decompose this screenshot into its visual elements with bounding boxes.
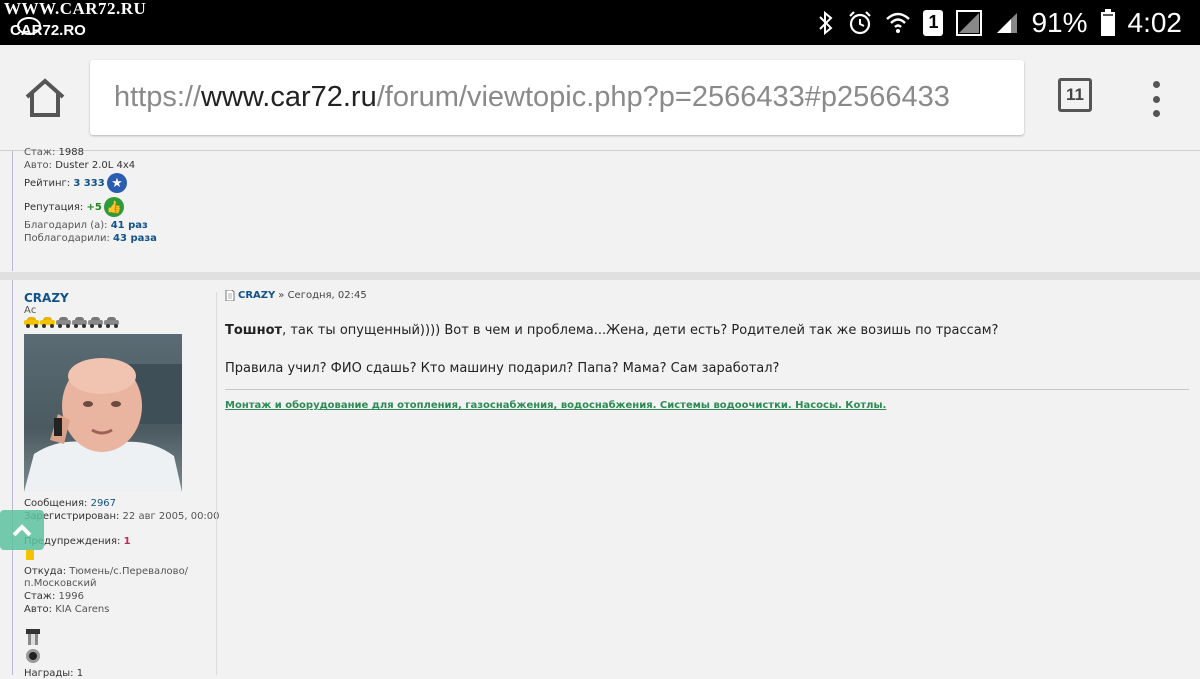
url-path: /forum/viewtopic.php?p=2566433#p2566433 xyxy=(376,81,950,113)
post-username[interactable]: CRAZY xyxy=(24,291,69,305)
battery-icon xyxy=(1100,8,1116,37)
auto: Авто: KIA Carens xyxy=(24,604,110,615)
prev-thanked: Благодарил (а): 41 раз xyxy=(24,220,148,231)
browser-toolbar: https://www.car72.ru/forum/viewtopic.php… xyxy=(0,45,1200,151)
watermark-line2: CAR72.RO xyxy=(10,22,86,39)
prev-reputation: Репутация: +5 xyxy=(24,202,102,213)
post-text-line1: Тошнот, так ты опущенный)))) Вот в чем и… xyxy=(225,323,999,338)
rank-car-icon xyxy=(56,317,71,328)
user-rank: Ас xyxy=(24,305,37,316)
thanked-link[interactable]: 41 раз xyxy=(111,220,148,231)
rank-car-icon xyxy=(104,317,119,328)
registered-date: Зарегистрирован: 22 авг 2005, 00:00 xyxy=(24,511,220,522)
status-bar: WWW.CAR72.RU CAR72.RO 1 91% 4:02 xyxy=(0,0,1200,45)
post-page-icon[interactable] xyxy=(225,290,235,301)
quoted-username: Тошнот xyxy=(225,323,283,338)
stazh: Стаж: 1996 xyxy=(24,591,84,602)
menu-dot-icon xyxy=(1152,95,1160,103)
post-date: » Сегодня, 02:45 xyxy=(278,290,367,301)
post-header: CRAZY » Сегодня, 02:45 xyxy=(225,290,1200,301)
menu-dot-icon xyxy=(1152,110,1160,117)
signature-ad-link[interactable]: Монтаж и оборудование для отопления, газ… xyxy=(225,400,886,411)
location: Откуда: Тюмень/с.Перевалово/ xyxy=(24,566,189,577)
forum-post: CRAZY Ас Сообщения: 2967 Зарегистрирован… xyxy=(12,280,1200,679)
no-signal-icon xyxy=(955,9,983,37)
prev-auto: Авто: Duster 2.0L 4x4 xyxy=(24,160,136,171)
url-domain: www.car72.ru xyxy=(201,81,377,113)
award-medal-icon xyxy=(26,629,40,645)
warning-card-icon xyxy=(26,550,34,560)
home-button[interactable] xyxy=(22,75,68,121)
award-badge-icon xyxy=(26,649,40,663)
rank-car-icon xyxy=(24,317,39,328)
forum-page: Стаж: 1988 Авто: Duster 2.0L 4x4 Рейтинг… xyxy=(0,147,1200,679)
post-separator xyxy=(0,272,1200,280)
home-icon xyxy=(25,78,65,117)
menu-dot-icon xyxy=(1152,81,1160,88)
prev-got-thanks: Поблагодарили: 43 раза xyxy=(24,233,157,244)
url-scheme: https:// xyxy=(114,81,202,113)
alarm-icon xyxy=(847,10,873,36)
got-thanks-link[interactable]: 43 раза xyxy=(113,233,157,244)
star-icon: ★ xyxy=(107,173,127,193)
sim-number: 1 xyxy=(928,12,939,32)
post-divider xyxy=(216,292,217,675)
avatar xyxy=(24,334,182,492)
rank-cars xyxy=(24,317,119,328)
previous-post-profile: Стаж: 1988 Авто: Duster 2.0L 4x4 Рейтинг… xyxy=(12,147,1200,271)
tab-count: 11 xyxy=(1066,85,1084,104)
clock: 4:02 xyxy=(1127,6,1183,38)
prev-stazh: Стаж: 1988 xyxy=(24,147,84,158)
messages-link[interactable]: 2967 xyxy=(91,498,116,509)
thumbs-up-icon[interactable]: 👍 xyxy=(104,197,124,217)
bluetooth-icon xyxy=(817,10,835,36)
prev-rating: Рейтинг: 3 333 xyxy=(24,178,105,189)
browser-menu-button[interactable] xyxy=(1148,81,1164,117)
rank-car-icon xyxy=(72,317,87,328)
post-author-link[interactable]: CRAZY xyxy=(238,290,275,301)
sim-icon: 1 xyxy=(923,9,944,36)
messages-count: Сообщения: 2967 xyxy=(24,498,117,509)
post-body: CRAZY » Сегодня, 02:45 Тошнот, так ты оп… xyxy=(225,290,1200,411)
tab-switcher-button[interactable]: 11 xyxy=(1058,78,1092,112)
signature-divider xyxy=(225,389,1189,390)
post-text-line2: Правила учил? ФИО сдашь? Кто машину пода… xyxy=(225,361,780,376)
rank-car-icon xyxy=(88,317,103,328)
signal-icon xyxy=(995,11,1019,35)
location-line2: п.Московский xyxy=(24,578,97,589)
rank-car-icon xyxy=(40,317,55,328)
chevron-up-icon xyxy=(12,524,32,537)
url-bar[interactable]: https://www.car72.ru/forum/viewtopic.php… xyxy=(90,60,1024,135)
scroll-to-top-button[interactable] xyxy=(0,510,44,550)
status-icons: 1 91% 4:02 xyxy=(817,0,1182,45)
rating-link[interactable]: 3 333 xyxy=(73,178,104,189)
wifi-icon xyxy=(885,11,911,35)
awards-count: Награды: 1 xyxy=(24,668,84,679)
battery-percent: 91% xyxy=(1031,6,1088,38)
watermark: WWW.CAR72.RU CAR72.RO xyxy=(4,0,146,39)
